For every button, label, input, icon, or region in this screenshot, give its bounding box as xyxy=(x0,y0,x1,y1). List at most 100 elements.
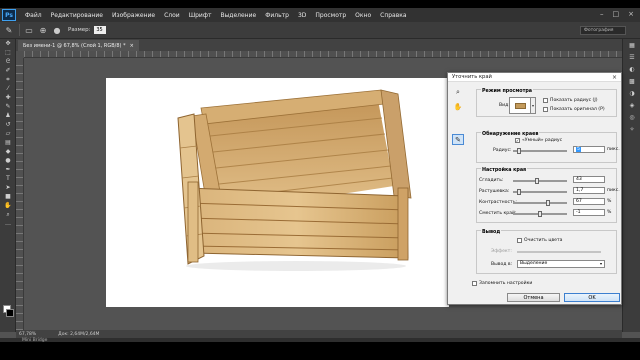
show-original-checkbox[interactable] xyxy=(543,107,548,112)
shift-edge-slider[interactable] xyxy=(513,211,567,217)
workspace-select[interactable]: Фотография xyxy=(580,26,626,35)
smooth-input[interactable]: 43 xyxy=(573,176,605,183)
view-thumbnail[interactable] xyxy=(509,97,531,114)
contrast-input[interactable]: 67 xyxy=(573,198,605,205)
show-radius-option[interactable]: Показать радиус (J) xyxy=(543,98,598,103)
radius-slider[interactable] xyxy=(513,148,567,154)
output-to-select[interactable]: Выделение ▾ xyxy=(517,260,605,268)
divider xyxy=(19,24,20,36)
shape-tool-icon[interactable]: ■ xyxy=(3,193,13,201)
quick-selection-tool-icon[interactable]: ✐ xyxy=(3,67,13,75)
feather-input[interactable]: 1,7 xyxy=(573,187,605,194)
radius-value: 5 xyxy=(576,147,581,152)
path-selection-icon[interactable]: ➤ xyxy=(3,184,13,192)
healing-brush-icon[interactable]: ✚ xyxy=(3,94,13,102)
menu-image[interactable]: Изображение xyxy=(112,12,155,19)
status-bar: 67,78% Док: 2,64M/2,64M xyxy=(16,330,622,338)
contrast-label: Контрастность: xyxy=(479,200,517,205)
contrast-slider-thumb[interactable] xyxy=(546,200,551,206)
brush-tool-icon[interactable]: ✎ xyxy=(3,103,13,111)
menu-type[interactable]: Шрифт xyxy=(189,12,212,19)
output-group: Вывод Очистить цвета Эффект: Вывод в: Вы… xyxy=(476,230,617,274)
properties-panel-icon[interactable]: ☰ xyxy=(627,54,637,63)
background-color-swatch[interactable] xyxy=(6,309,14,317)
radius-input[interactable]: 5 xyxy=(573,146,605,153)
close-icon[interactable]: × xyxy=(612,74,617,81)
color-panel-icon[interactable]: ◐ xyxy=(627,66,637,75)
history-panel-icon[interactable]: ▦ xyxy=(627,42,637,51)
layers-panel-icon[interactable]: ◈ xyxy=(627,102,637,111)
clone-stamp-icon[interactable]: ♟ xyxy=(3,112,13,120)
eraser-tool-icon[interactable]: ▱ xyxy=(3,130,13,138)
swatches-panel-icon[interactable]: ▩ xyxy=(627,78,637,87)
add-selection-icon[interactable]: ⊕ xyxy=(38,25,48,35)
zoom-tool-icon[interactable]: ⌕ xyxy=(452,87,464,98)
doc-size-info[interactable]: Док: 2,64M/2,64M xyxy=(58,332,99,337)
brush-picker-icon[interactable]: ● xyxy=(52,25,62,35)
amount-slider xyxy=(517,251,601,253)
minimize-icon[interactable]: – xyxy=(600,10,604,18)
lasso-tool-icon[interactable]: ᘓ xyxy=(3,58,13,66)
menu-layer[interactable]: Слои xyxy=(164,12,180,19)
feather-slider[interactable] xyxy=(513,189,567,195)
menu-file[interactable]: Файл xyxy=(25,12,42,19)
zoom-level[interactable]: 67,78% xyxy=(19,332,36,337)
zoom-tool-icon[interactable]: ⌕ xyxy=(3,211,13,219)
feather-slider-thumb[interactable] xyxy=(517,189,522,195)
history-brush-icon[interactable]: ↺ xyxy=(3,121,13,129)
menu-edit[interactable]: Редактирование xyxy=(51,12,103,19)
menu-select[interactable]: Выделение xyxy=(220,12,256,19)
smart-radius-checkbox[interactable]: ✓ xyxy=(515,138,520,143)
tools-panel: ✥ ⬚ ᘓ ✐ ⌗ ⁄ ✚ ✎ ♟ ↺ ▱ ▤ ◆ ● ✒ T ➤ ■ ✋ ⌕ … xyxy=(0,39,16,332)
contrast-slider[interactable] xyxy=(513,200,567,206)
channels-panel-icon[interactable]: ◎ xyxy=(627,114,637,123)
dialog-title-bar[interactable]: Уточнить край xyxy=(448,73,621,82)
hand-tool-icon[interactable]: ✋ xyxy=(452,101,464,112)
show-original-option[interactable]: Показать оригинал (P) xyxy=(543,107,605,112)
eyedropper-tool-icon[interactable]: ⁄ xyxy=(3,85,13,93)
pen-tool-icon[interactable]: ✒ xyxy=(3,166,13,174)
shift-edge-slider-thumb[interactable] xyxy=(537,211,542,217)
tab-close-icon[interactable]: × xyxy=(130,43,134,49)
edit-toolbar-icon[interactable]: … xyxy=(3,220,13,228)
remember-settings-option[interactable]: Запомнить настройки xyxy=(472,281,532,286)
ok-button[interactable]: OK xyxy=(564,293,620,302)
decontaminate-label: Очистить цвета xyxy=(524,238,563,243)
crop-tool-icon[interactable]: ⌗ xyxy=(3,76,13,84)
marquee-tool-icon[interactable]: ⬚ xyxy=(3,49,13,57)
smooth-slider[interactable] xyxy=(513,178,567,184)
menu-window[interactable]: Окно xyxy=(355,12,371,19)
show-radius-checkbox[interactable] xyxy=(543,98,548,103)
refine-radius-tool-icon[interactable]: ✎ xyxy=(452,134,464,145)
chevron-down-icon[interactable]: ▾ xyxy=(531,97,536,114)
smart-radius-option[interactable]: ✓ «Умный» радиус xyxy=(515,138,562,143)
tool-preset-icon[interactable]: ✎ xyxy=(4,25,14,35)
cancel-button[interactable]: Отмена xyxy=(507,293,560,302)
close-icon[interactable]: × xyxy=(628,10,634,18)
new-selection-icon[interactable]: ▭ xyxy=(24,25,34,35)
smooth-slider-thumb[interactable] xyxy=(534,178,539,184)
menu-view[interactable]: Просмотр xyxy=(315,12,346,19)
dodge-tool-icon[interactable]: ● xyxy=(3,157,13,165)
radius-slider-thumb[interactable] xyxy=(516,148,521,154)
remember-settings-checkbox[interactable] xyxy=(472,281,477,286)
blur-tool-icon[interactable]: ◆ xyxy=(3,148,13,156)
move-tool-icon[interactable]: ✥ xyxy=(3,40,13,48)
shift-edge-input[interactable]: -1 xyxy=(573,209,605,216)
menu-help[interactable]: Справка xyxy=(380,12,406,19)
gradient-tool-icon[interactable]: ▤ xyxy=(3,139,13,147)
type-tool-icon[interactable]: T xyxy=(3,175,13,183)
document-canvas[interactable] xyxy=(106,78,449,307)
output-to-value: Выделение xyxy=(520,261,548,266)
amount-label: Эффект: xyxy=(491,249,512,254)
size-input[interactable]: 35 xyxy=(93,26,106,34)
menu-3d[interactable]: 3D xyxy=(298,12,306,19)
decontaminate-option[interactable]: Очистить цвета xyxy=(517,238,563,243)
menu-filter[interactable]: Фильтр xyxy=(265,12,289,19)
document-tab[interactable]: Без имени-1 @ 67,8% (Слой 1, RGB/8) * × xyxy=(18,40,139,51)
decontaminate-checkbox[interactable] xyxy=(517,238,522,243)
adjustments-panel-icon[interactable]: ◑ xyxy=(627,90,637,99)
paths-panel-icon[interactable]: ✧ xyxy=(627,126,637,135)
hand-tool-icon[interactable]: ✋ xyxy=(3,202,13,210)
maximize-icon[interactable]: □ xyxy=(613,10,620,18)
